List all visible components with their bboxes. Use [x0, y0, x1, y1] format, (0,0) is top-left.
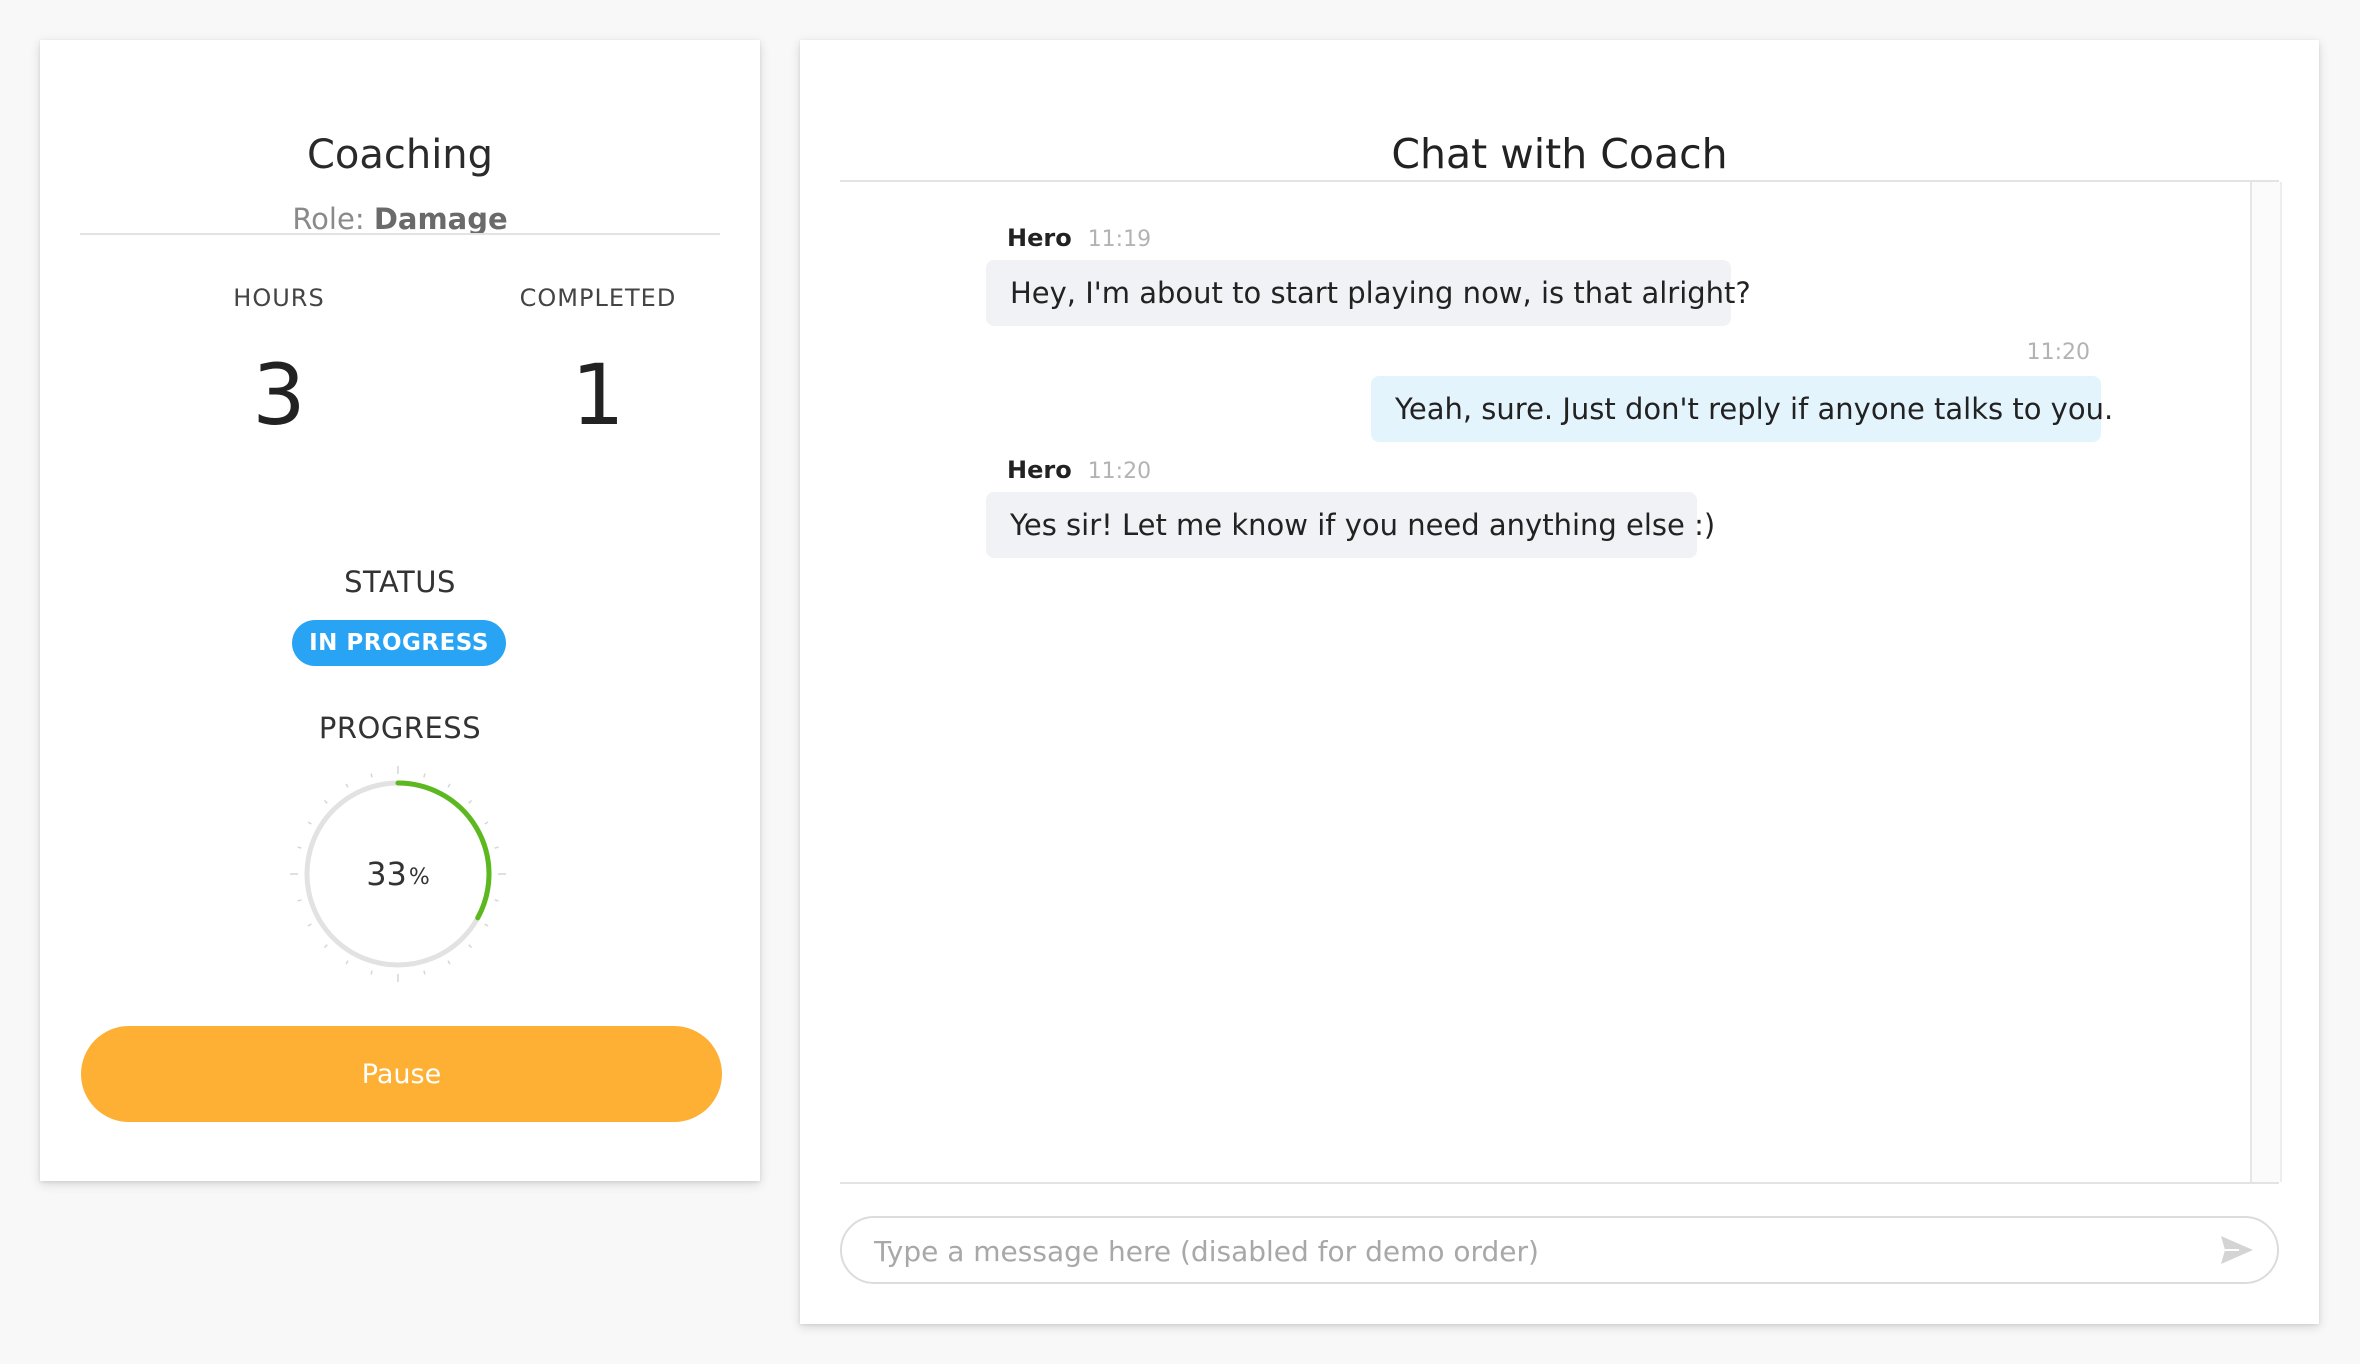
- divider: [840, 1182, 2279, 1184]
- status-label: STATUS: [344, 565, 456, 599]
- role-prefix: Role:: [292, 202, 365, 236]
- divider: [80, 233, 720, 235]
- message-bubble-incoming: Hey, I'm about to start playing now, is …: [986, 260, 1751, 326]
- message-meta: Hero 11:20: [1007, 456, 1151, 484]
- coaching-title: Coaching: [306, 132, 494, 178]
- message-bubble-outgoing: Yeah, sure. Just don't reply if anyone t…: [1371, 376, 2113, 442]
- hours-label: HOURS: [233, 284, 325, 312]
- role-line: Role: Damage: [40, 202, 760, 236]
- message-input-container: [840, 1216, 2279, 1284]
- message-author: Hero: [1007, 456, 1072, 484]
- message-meta: Hero 11:19: [1007, 224, 1151, 252]
- divider: [840, 180, 2279, 182]
- hours-value: 3: [252, 346, 306, 444]
- chat-card: Chat with Coach Hero 11:19 Hey, I'm about…: [800, 40, 2319, 1324]
- chat-scrollbar[interactable]: [2250, 182, 2282, 1182]
- message-time: 11:20: [2026, 340, 2090, 365]
- role-value: Damage: [373, 202, 508, 236]
- send-icon[interactable]: [2219, 1234, 2255, 1266]
- status-badge: IN PROGRESS: [292, 620, 506, 666]
- completed-value: 1: [571, 346, 625, 444]
- progress-unit: %: [408, 864, 430, 890]
- message-time: 11:19: [1087, 227, 1152, 252]
- message-bubble-incoming: Yes sir! Let me know if you need anythin…: [986, 492, 1715, 558]
- message-input[interactable]: [872, 1218, 2196, 1284]
- message-author: Hero: [1007, 224, 1072, 252]
- chat-title: Chat with Coach: [1391, 130, 1728, 178]
- coaching-card: Coaching Role: Damage HOURS 3 COMPLETED …: [40, 40, 760, 1181]
- pause-button[interactable]: Pause: [81, 1026, 722, 1122]
- message-time: 11:20: [1087, 459, 1152, 484]
- progress-value: 33: [366, 855, 407, 893]
- progress-label: PROGRESS: [318, 711, 482, 745]
- progress-readout: 33%: [288, 764, 508, 984]
- completed-label: COMPLETED: [519, 284, 677, 312]
